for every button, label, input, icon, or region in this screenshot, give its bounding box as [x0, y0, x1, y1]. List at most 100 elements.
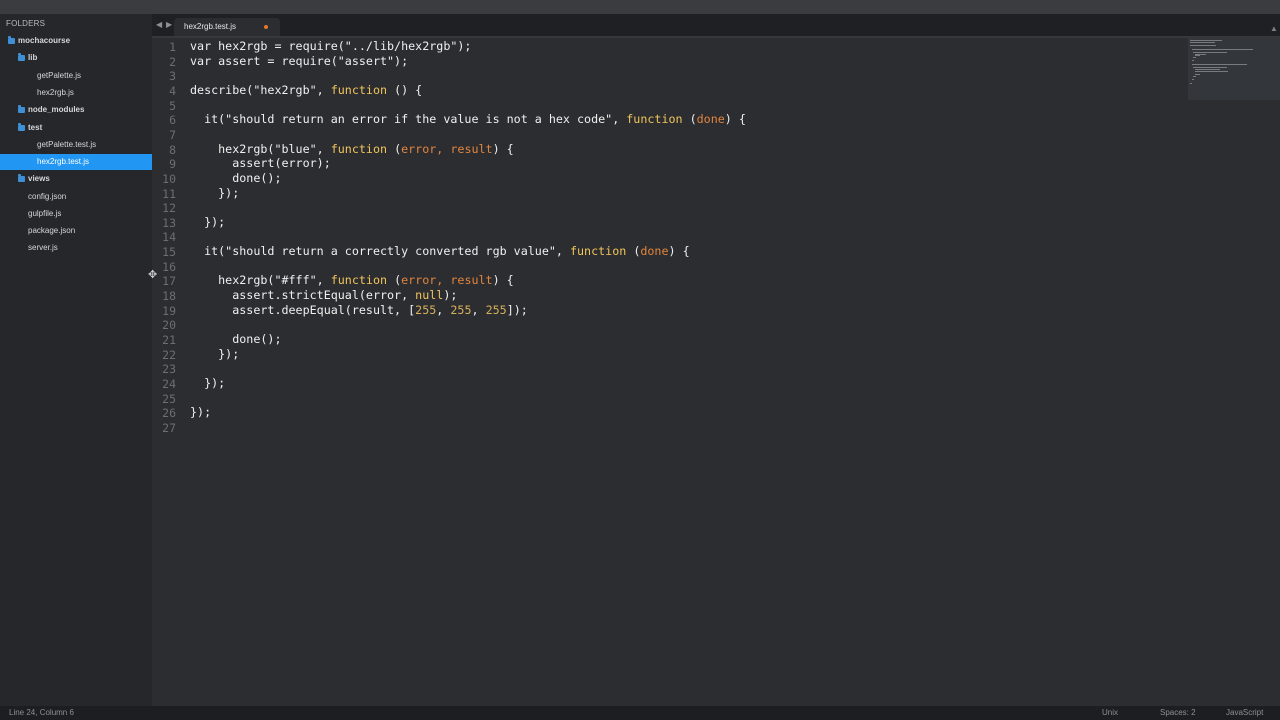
tree-item-label: getPalette.test.js [37, 140, 97, 149]
folder-icon [18, 174, 25, 182]
code-token: hex2rgb("blue", [190, 141, 331, 156]
status-bar: Line 24, Column 6 Unix Spaces: 2 JavaScr… [0, 706, 1280, 720]
code-token-num: 255 [450, 302, 472, 317]
tree-item-label: server.js [28, 243, 58, 252]
line-number: 4 [169, 83, 176, 98]
tab-separator [152, 36, 1280, 38]
code-line[interactable]: describe("hex2rgb", function () { [190, 83, 422, 97]
code-line[interactable]: }); [190, 186, 239, 200]
line-number: 20 [162, 318, 176, 333]
code-token: done(); [190, 332, 282, 346]
tree-item-label: package.json [28, 226, 76, 235]
folder-icon [18, 53, 25, 61]
code-token: done(); [190, 170, 282, 185]
folders-header: FOLDERS [6, 19, 46, 28]
code-token: var assert = require("assert"); [190, 53, 409, 68]
code-line[interactable]: }); [190, 347, 239, 361]
code-line[interactable]: }); [190, 376, 225, 390]
code-token-kw: null [415, 288, 444, 303]
minimap-line [1194, 55, 1201, 57]
line-number: 24 [162, 376, 176, 391]
file-item-package-json[interactable]: package.json [0, 223, 152, 239]
file-item-hex2rgb-js[interactable]: hex2rgb.js [0, 85, 152, 101]
nav-forward-icon[interactable]: ▶ [166, 20, 172, 29]
line-number: 5 [169, 98, 176, 113]
code-line[interactable]: hex2rgb("#fff", function (error, result)… [190, 273, 514, 287]
tree-item-label: views [28, 174, 50, 183]
code-token: }); [190, 185, 240, 200]
file-item-hex2rgb-test-js[interactable]: hex2rgb.test.js [0, 154, 152, 170]
minimap-line [1194, 70, 1229, 72]
code-line[interactable]: done(); [190, 171, 281, 185]
code-token-param: done [696, 112, 725, 127]
tree-item-label: hex2rgb.js [37, 88, 74, 97]
code-token: , [471, 302, 486, 317]
code-token: hex2rgb("#fff", [190, 273, 331, 288]
line-number: 15 [162, 245, 176, 260]
minimap-line [1193, 57, 1196, 58]
line-number: 26 [162, 406, 176, 421]
folder-item-test[interactable]: test [0, 120, 152, 136]
code-token: assert.strictEqual(error, [190, 288, 416, 303]
code-token: var hex2rgb = require("../lib/hex2rgb"); [190, 39, 472, 53]
code-line[interactable]: assert(error); [190, 156, 331, 170]
code-token: describe("hex2rgb", [190, 82, 331, 97]
file-item-config-json[interactable]: config.json [0, 189, 152, 205]
code-token: ) { [668, 244, 690, 259]
line-number: 8 [169, 142, 176, 157]
code-token: ) { [492, 141, 514, 156]
minimap-line [1194, 74, 1201, 75]
code-line[interactable]: var assert = require("assert"); [190, 54, 408, 68]
minimap-line [1191, 60, 1194, 62]
code-token-kw: function [626, 112, 683, 127]
folder-item-node-modules[interactable]: node_modules [0, 102, 152, 118]
scroll-up-icon[interactable]: ▲ [1270, 24, 1278, 33]
code-line[interactable]: var hex2rgb = require("../lib/hex2rgb"); [190, 39, 471, 53]
code-line[interactable]: assert.deepEqual(result, [255, 255, 255]… [190, 303, 528, 317]
code-line[interactable]: }); [190, 215, 225, 229]
file-item-gulpfile-js[interactable]: gulpfile.js [0, 206, 152, 222]
code-line[interactable]: }); [190, 405, 211, 419]
syntax-indicator[interactable]: JavaScript [1226, 708, 1263, 717]
line-number: 1 [169, 40, 176, 54]
folder-item-views[interactable]: views [0, 171, 152, 187]
file-item-server-js[interactable]: server.js [0, 240, 152, 256]
nav-back-icon[interactable]: ◀ [156, 20, 162, 29]
modified-dot-icon[interactable] [264, 25, 268, 29]
code-line[interactable]: done(); [190, 332, 281, 346]
folder-icon [18, 105, 25, 113]
minimap-line [1190, 82, 1193, 84]
tree-item-label: mochacourse [18, 36, 71, 45]
code-line[interactable]: it("should return an error if the value … [190, 112, 746, 126]
cursor-position: Line 24, Column 6 [9, 708, 74, 717]
tree-item-label: getPalette.js [37, 71, 82, 80]
code-token-kw: function [330, 273, 388, 288]
file-item-getpalette-js[interactable]: getPalette.js [0, 68, 152, 84]
indentation-indicator[interactable]: Spaces: 2 [1160, 708, 1196, 717]
code-line[interactable]: it("should return a correctly converted … [190, 244, 690, 258]
line-number: 22 [162, 347, 176, 362]
code-token: , [436, 302, 451, 317]
code-token: ( [387, 273, 402, 288]
minimap[interactable] [1188, 38, 1280, 100]
line-number: 6 [169, 113, 176, 128]
code-token: ]); [506, 302, 528, 317]
tab-hex2rgb-test[interactable]: hex2rgb.test.js [174, 18, 280, 36]
line-number: 18 [162, 289, 176, 304]
code-token: }); [190, 346, 240, 361]
file-item-getpalette-test-js[interactable]: getPalette.test.js [0, 137, 152, 153]
line-endings-indicator[interactable]: Unix [1102, 708, 1118, 717]
folder-item-mochacourse[interactable]: mochacourse [0, 33, 152, 49]
code-token: }); [190, 375, 226, 390]
code-token: assert.deepEqual(result, [ [190, 302, 416, 317]
code-line[interactable]: assert.strictEqual(error, null); [190, 288, 457, 302]
code-token-num: 255 [415, 302, 437, 317]
code-token-num: 255 [485, 302, 507, 317]
tree-item-label: hex2rgb.test.js [37, 157, 90, 166]
code-line[interactable]: hex2rgb("blue", function (error, result)… [190, 142, 514, 156]
code-token: ( [626, 244, 641, 259]
line-number: 9 [169, 157, 176, 172]
minimap-line [1191, 48, 1254, 50]
folder-item-lib[interactable]: lib [0, 50, 152, 66]
code-token: ( [682, 112, 697, 127]
